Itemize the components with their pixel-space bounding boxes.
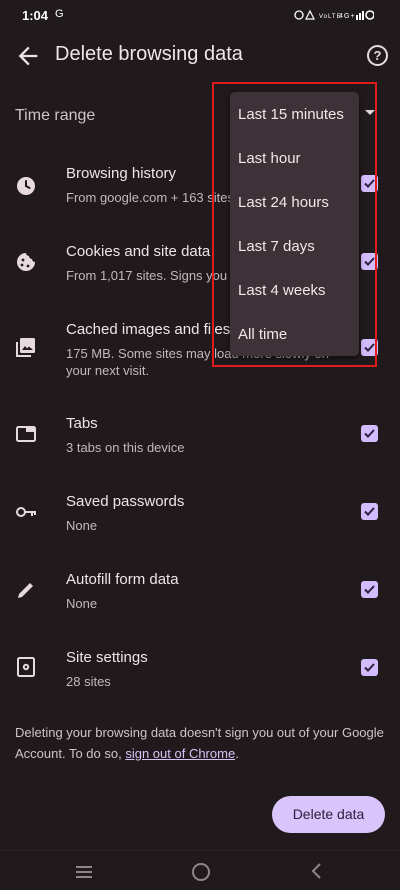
home-icon[interactable] [192, 863, 210, 881]
item-title: Autofill form data [66, 571, 179, 588]
item-subtitle: None [66, 518, 98, 533]
item-subtitle-line2: your next visit. [66, 363, 150, 378]
clock-icon [17, 177, 35, 195]
autofill-checkbox[interactable] [361, 581, 378, 598]
system-nav-bar [0, 850, 400, 890]
app-bar: Delete browsing data ? [0, 32, 400, 80]
autofill-row[interactable]: Autofill form data None [0, 561, 400, 631]
back-arrow-icon[interactable] [14, 42, 42, 70]
image-icon [16, 338, 35, 357]
saved-passwords-checkbox[interactable] [361, 503, 378, 520]
item-subtitle: 3 tabs on this device [66, 440, 185, 455]
item-title: Browsing history [66, 165, 177, 182]
page-title: Delete browsing data [55, 43, 243, 65]
recent-apps-icon[interactable] [75, 865, 93, 879]
time-range-label: Time range [15, 107, 96, 124]
item-subtitle: From google.com + 163 sites [66, 190, 234, 205]
item-title: Cached images and files [66, 321, 231, 338]
highlight-box [212, 82, 377, 367]
status-time: 1:04 [22, 8, 49, 23]
tabs-checkbox[interactable] [361, 425, 378, 442]
key-icon [16, 507, 36, 517]
system-back-icon[interactable] [310, 863, 322, 879]
pencil-icon [18, 583, 33, 598]
status-icons: VoLTE 4G+ [294, 9, 375, 20]
help-icon[interactable]: ? [367, 45, 388, 66]
delete-data-button[interactable]: Delete data [272, 796, 385, 833]
google-status-icon: G [55, 8, 64, 20]
footer-note: Deleting your browsing data doesn't sign… [15, 722, 385, 764]
item-title: Cookies and site data [66, 243, 211, 260]
status-bar: 1:04 G VoLTE 4G+ [0, 0, 400, 32]
item-title: Tabs [66, 415, 98, 432]
item-subtitle: None [66, 596, 98, 611]
site-settings-icon [17, 657, 35, 677]
footer-note-end: . [235, 746, 239, 761]
site-settings-row[interactable]: Site settings 28 sites [0, 639, 400, 709]
svg-text:4G+: 4G+ [339, 13, 355, 20]
sign-out-link[interactable]: sign out of Chrome [125, 746, 235, 761]
item-title: Site settings [66, 649, 148, 666]
status-indicators: VoLTE 4G+ [294, 9, 375, 23]
site-settings-checkbox[interactable] [361, 659, 378, 676]
saved-passwords-row[interactable]: Saved passwords None [0, 483, 400, 553]
item-title: Saved passwords [66, 493, 185, 510]
item-subtitle: 28 sites [66, 674, 111, 689]
cookie-icon [17, 253, 35, 271]
tab-icon [16, 426, 36, 442]
tabs-row[interactable]: Tabs 3 tabs on this device [0, 405, 400, 475]
